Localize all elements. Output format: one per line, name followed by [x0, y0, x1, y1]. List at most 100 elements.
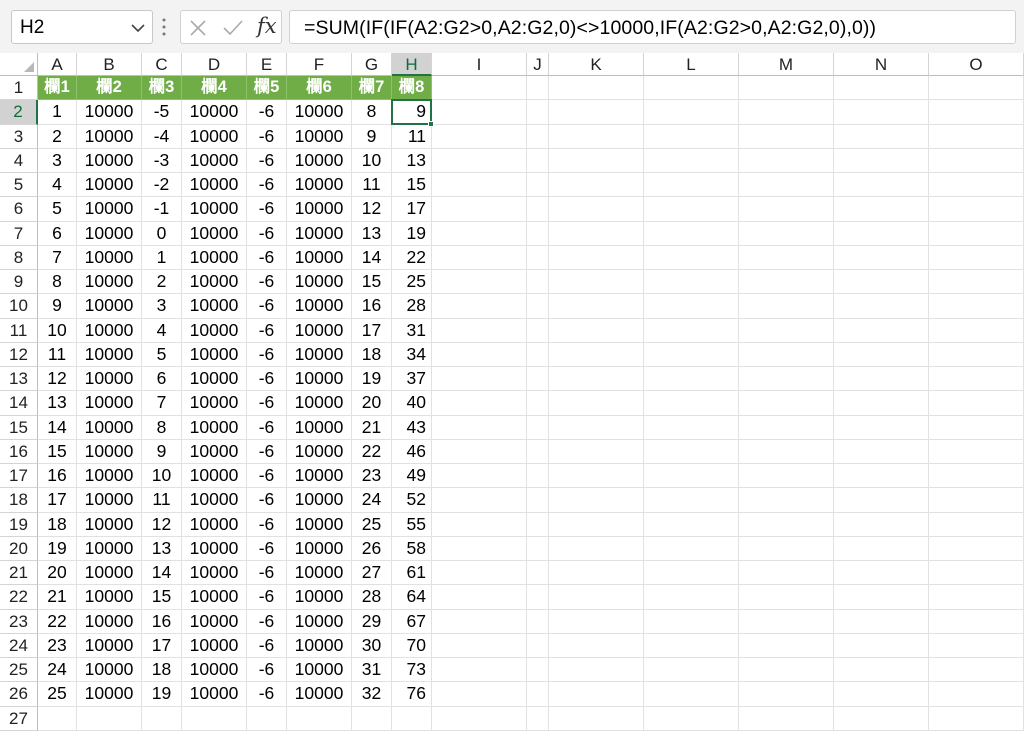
- cell-j27[interactable]: [527, 706, 549, 731]
- cell-i16[interactable]: [432, 439, 527, 464]
- cell-k15[interactable]: [549, 415, 644, 440]
- cell-g17[interactable]: 23: [352, 464, 392, 489]
- cell-l18[interactable]: [644, 488, 739, 513]
- cell-l13[interactable]: [644, 367, 739, 392]
- cell-a4[interactable]: 3: [38, 148, 77, 173]
- cell-b3[interactable]: 10000: [77, 124, 142, 149]
- cell-g5[interactable]: 11: [352, 173, 392, 198]
- cell-g1[interactable]: 欄7: [352, 76, 392, 101]
- cell-d27[interactable]: [182, 706, 247, 731]
- cell-j12[interactable]: [527, 342, 549, 367]
- cell-i15[interactable]: [432, 415, 527, 440]
- cell-a6[interactable]: 5: [38, 197, 77, 222]
- cell-b7[interactable]: 10000: [77, 221, 142, 246]
- cell-k14[interactable]: [549, 391, 644, 416]
- cell-f21[interactable]: 10000: [287, 561, 352, 586]
- cell-m3[interactable]: [739, 124, 834, 149]
- column-header-h[interactable]: H: [392, 53, 432, 76]
- cell-b25[interactable]: 10000: [77, 658, 142, 683]
- cell-i6[interactable]: [432, 197, 527, 222]
- cell-f20[interactable]: 10000: [287, 536, 352, 561]
- cell-h8[interactable]: 22: [392, 245, 432, 270]
- cell-m17[interactable]: [739, 464, 834, 489]
- cell-j15[interactable]: [527, 415, 549, 440]
- cell-e23[interactable]: -6: [247, 609, 287, 634]
- cell-l14[interactable]: [644, 391, 739, 416]
- column-header-d[interactable]: D: [182, 53, 247, 76]
- cell-n8[interactable]: [834, 245, 929, 270]
- name-box[interactable]: H2: [11, 10, 153, 44]
- cell-d25[interactable]: 10000: [182, 658, 247, 683]
- cell-g22[interactable]: 28: [352, 585, 392, 610]
- cell-j3[interactable]: [527, 124, 549, 149]
- cell-h16[interactable]: 46: [392, 439, 432, 464]
- row-header-11[interactable]: 11: [0, 318, 38, 343]
- cell-a23[interactable]: 22: [38, 609, 77, 634]
- cell-n1[interactable]: [834, 76, 929, 101]
- cell-g15[interactable]: 21: [352, 415, 392, 440]
- cell-o24[interactable]: [929, 633, 1024, 658]
- cell-d18[interactable]: 10000: [182, 488, 247, 513]
- cell-k5[interactable]: [549, 173, 644, 198]
- cell-n12[interactable]: [834, 342, 929, 367]
- cell-d15[interactable]: 10000: [182, 415, 247, 440]
- cell-n16[interactable]: [834, 439, 929, 464]
- cell-j1[interactable]: [527, 76, 549, 101]
- cell-c4[interactable]: -3: [142, 148, 182, 173]
- cell-f4[interactable]: 10000: [287, 148, 352, 173]
- cell-j14[interactable]: [527, 391, 549, 416]
- cell-f15[interactable]: 10000: [287, 415, 352, 440]
- cell-k2[interactable]: [549, 100, 644, 125]
- cell-m6[interactable]: [739, 197, 834, 222]
- row-header-6[interactable]: 6: [0, 197, 38, 222]
- cell-a13[interactable]: 12: [38, 367, 77, 392]
- cell-c10[interactable]: 3: [142, 294, 182, 319]
- cell-i4[interactable]: [432, 148, 527, 173]
- row-header-23[interactable]: 23: [0, 609, 38, 634]
- cell-e15[interactable]: -6: [247, 415, 287, 440]
- cell-d13[interactable]: 10000: [182, 367, 247, 392]
- cell-i5[interactable]: [432, 173, 527, 198]
- cell-e10[interactable]: -6: [247, 294, 287, 319]
- row-header-25[interactable]: 25: [0, 658, 38, 683]
- cell-d6[interactable]: 10000: [182, 197, 247, 222]
- cell-n14[interactable]: [834, 391, 929, 416]
- cell-n15[interactable]: [834, 415, 929, 440]
- cell-l19[interactable]: [644, 512, 739, 537]
- cell-m8[interactable]: [739, 245, 834, 270]
- column-header-e[interactable]: E: [247, 53, 287, 76]
- cell-b1[interactable]: 欄2: [77, 76, 142, 101]
- cell-a5[interactable]: 4: [38, 173, 77, 198]
- row-header-18[interactable]: 18: [0, 488, 38, 513]
- cell-j2[interactable]: [527, 100, 549, 125]
- cell-k27[interactable]: [549, 706, 644, 731]
- cell-l20[interactable]: [644, 536, 739, 561]
- row-header-12[interactable]: 12: [0, 342, 38, 367]
- cell-e9[interactable]: -6: [247, 270, 287, 295]
- cell-n5[interactable]: [834, 173, 929, 198]
- cell-l3[interactable]: [644, 124, 739, 149]
- cell-j16[interactable]: [527, 439, 549, 464]
- cell-k13[interactable]: [549, 367, 644, 392]
- cell-j6[interactable]: [527, 197, 549, 222]
- row-header-26[interactable]: 26: [0, 682, 38, 707]
- column-header-g[interactable]: G: [352, 53, 392, 76]
- cell-f19[interactable]: 10000: [287, 512, 352, 537]
- cell-f16[interactable]: 10000: [287, 439, 352, 464]
- cell-m4[interactable]: [739, 148, 834, 173]
- cell-j13[interactable]: [527, 367, 549, 392]
- cell-j21[interactable]: [527, 561, 549, 586]
- formula-input[interactable]: =SUM(IF(IF(A2:G2>0,A2:G2,0)<>10000,IF(A2…: [289, 10, 1016, 44]
- cell-h1[interactable]: 欄8: [392, 76, 432, 101]
- cell-b11[interactable]: 10000: [77, 318, 142, 343]
- column-header-j[interactable]: J: [527, 53, 549, 76]
- cell-h12[interactable]: 34: [392, 342, 432, 367]
- cell-k21[interactable]: [549, 561, 644, 586]
- cell-m11[interactable]: [739, 318, 834, 343]
- cell-f8[interactable]: 10000: [287, 245, 352, 270]
- cell-e18[interactable]: -6: [247, 488, 287, 513]
- cell-c23[interactable]: 16: [142, 609, 182, 634]
- cell-k18[interactable]: [549, 488, 644, 513]
- cell-n18[interactable]: [834, 488, 929, 513]
- cell-l15[interactable]: [644, 415, 739, 440]
